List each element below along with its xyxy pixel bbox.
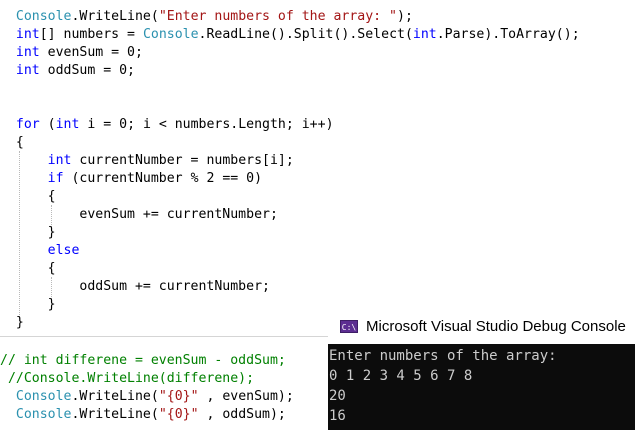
- code-line: else: [0, 242, 80, 260]
- code-token: // int differene = evenSum - oddSum;: [0, 353, 286, 368]
- console-window-title: Microsoft Visual Studio Debug Console: [366, 317, 626, 335]
- code-token: for: [15, 117, 40, 132]
- code-token: int: [15, 45, 40, 60]
- console-output-line: 0 1 2 3 4 5 6 7 8: [329, 368, 473, 384]
- code-line: Console.WriteLine("{0}" , oddSum);: [0, 406, 286, 424]
- console-app-icon: C:\: [340, 319, 358, 333]
- code-line: evenSum += currentNumber;: [0, 206, 278, 224]
- code-line: }: [0, 296, 56, 314]
- code-token: oddSum += currentNumber;: [0, 279, 270, 294]
- code-line: {: [0, 134, 24, 152]
- code-token: {: [0, 261, 56, 276]
- code-token: //Console.WriteLine(differene);: [0, 371, 255, 386]
- code-token: .ReadLine().Split().Select(: [198, 27, 413, 42]
- code-token: }: [0, 225, 56, 240]
- code-token: "{0}": [158, 389, 199, 404]
- code-token: Console: [0, 407, 72, 422]
- code-token: int: [15, 27, 40, 42]
- code-token: evenSum += currentNumber;: [0, 207, 278, 222]
- code-token: int: [15, 63, 40, 78]
- code-token: [] numbers =: [39, 27, 143, 42]
- code-token: int: [55, 117, 80, 132]
- code-token: "Enter numbers of the array: ": [158, 9, 397, 24]
- code-token: oddSum = 0;: [39, 63, 135, 78]
- code-line: for (int i = 0; i < numbers.Length; i++): [0, 116, 334, 134]
- code-line: int[] numbers = Console.ReadLine().Split…: [0, 26, 580, 44]
- code-token: int: [412, 27, 437, 42]
- code-line: }: [0, 224, 56, 242]
- code-token: else: [47, 243, 80, 258]
- code-token: , evenSum);: [198, 389, 294, 404]
- code-line: int currentNumber = numbers[i];: [0, 152, 294, 170]
- code-token: .WriteLine(: [71, 9, 159, 24]
- code-token: currentNumber = numbers[i];: [71, 153, 294, 168]
- console-title-bar[interactable]: C:\ Microsoft Visual Studio Debug Consol…: [328, 308, 635, 344]
- console-output: Enter numbers of the array: 0 1 2 3 4 5 6…: [328, 344, 635, 430]
- code-token: (: [39, 117, 56, 132]
- editor-separator: [0, 336, 328, 337]
- code-token: Console: [0, 389, 72, 404]
- code-token: .Parse).ToArray();: [436, 27, 580, 42]
- code-token: "{0}": [158, 407, 199, 422]
- code-token: }: [0, 315, 24, 330]
- code-token: evenSum = 0;: [39, 45, 143, 60]
- code-token: {: [0, 135, 24, 150]
- code-token: Console: [0, 9, 72, 24]
- code-token: Console: [142, 27, 199, 42]
- code-token: int: [47, 153, 72, 168]
- code-line: int evenSum = 0;: [0, 44, 143, 62]
- code-line: {: [0, 188, 56, 206]
- code-token: (currentNumber % 2 == 0): [63, 171, 263, 186]
- code-line: oddSum += currentNumber;: [0, 278, 270, 296]
- console-output-line: Enter numbers of the array:: [329, 348, 557, 364]
- code-line: Console.WriteLine("Enter numbers of the …: [0, 8, 413, 26]
- console-output-line: 16: [329, 408, 346, 424]
- code-line: Console.WriteLine("{0}" , evenSum);: [0, 388, 294, 406]
- code-token: .WriteLine(: [71, 389, 159, 404]
- code-token: i = 0; i < numbers.Length; i++): [79, 117, 334, 132]
- code-line: //Console.WriteLine(differene);: [0, 370, 254, 388]
- code-token: {: [0, 189, 56, 204]
- debug-console-window[interactable]: C:\ Microsoft Visual Studio Debug Consol…: [328, 308, 635, 430]
- console-output-line: 20: [329, 388, 346, 404]
- code-token: .WriteLine(: [71, 407, 159, 422]
- code-line: }: [0, 314, 24, 332]
- code-line: int oddSum = 0;: [0, 62, 135, 80]
- code-token: if: [47, 171, 64, 186]
- code-token: , oddSum);: [198, 407, 286, 422]
- code-line: {: [0, 260, 56, 278]
- code-token: );: [397, 9, 413, 24]
- code-token: }: [0, 297, 56, 312]
- code-line: // int differene = evenSum - oddSum;: [0, 352, 286, 370]
- code-line: if (currentNumber % 2 == 0): [0, 170, 262, 188]
